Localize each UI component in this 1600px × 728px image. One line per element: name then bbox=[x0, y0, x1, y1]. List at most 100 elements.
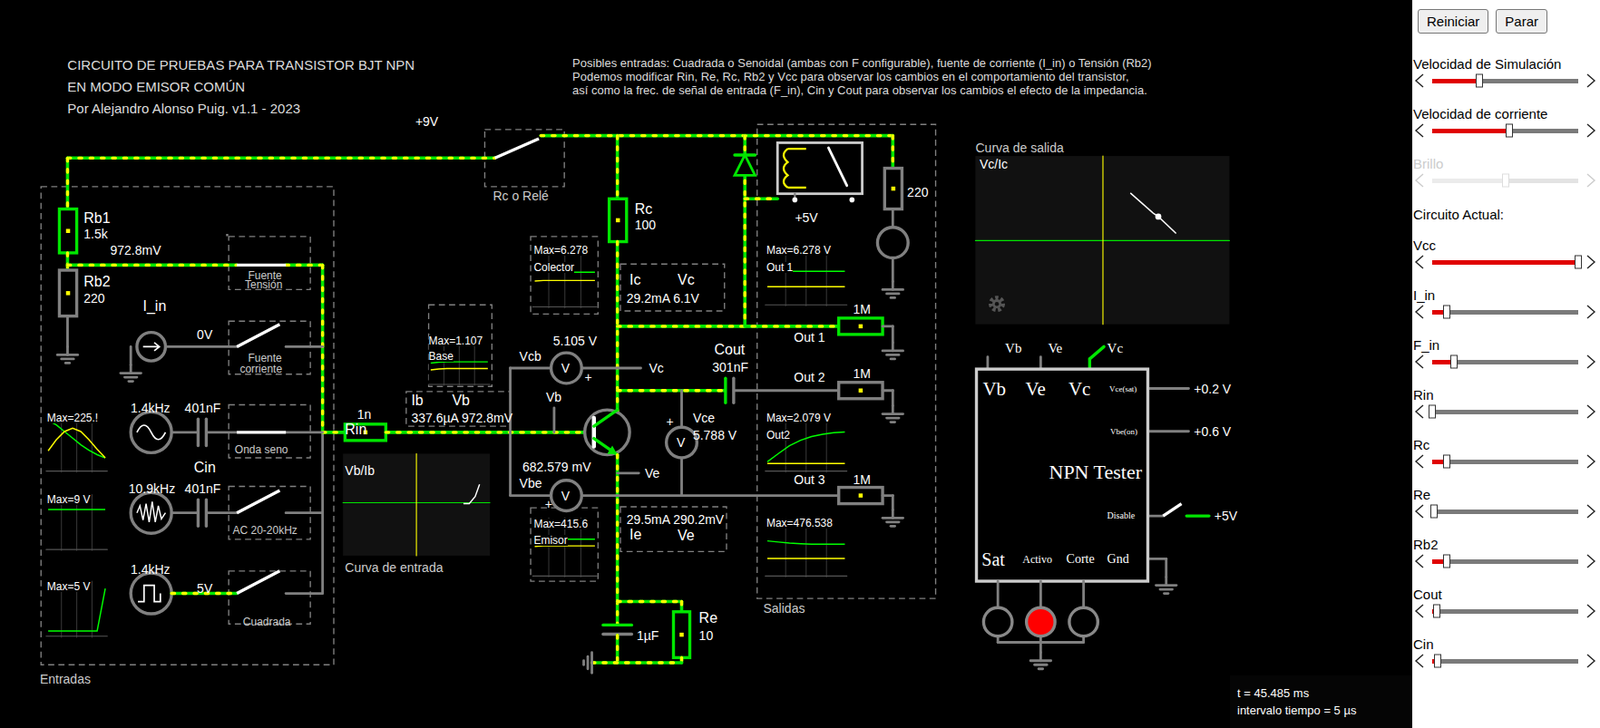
current-dot bbox=[592, 661, 683, 664]
wire bbox=[882, 494, 893, 498]
chevron-stroke bbox=[1587, 124, 1595, 137]
slider-track[interactable] bbox=[1432, 260, 1579, 265]
transistor bbox=[585, 409, 630, 455]
circuit-label: Cuadrada bbox=[243, 616, 292, 628]
stop-button[interactable]: Parar bbox=[1495, 9, 1548, 34]
chevron-stroke bbox=[1415, 305, 1424, 319]
sine-source bbox=[130, 411, 172, 453]
chevron-right-icon[interactable] bbox=[1585, 123, 1597, 138]
capacitor bbox=[723, 378, 727, 403]
slider-thumb[interactable] bbox=[1443, 455, 1451, 469]
switch-blade[interactable] bbox=[495, 138, 539, 158]
slider-track[interactable] bbox=[1432, 409, 1579, 415]
slider-track[interactable] bbox=[1432, 178, 1579, 184]
circuit-label: 220 bbox=[83, 292, 105, 305]
reset-button[interactable]: Reiniciar bbox=[1417, 9, 1489, 34]
current-dot bbox=[67, 263, 237, 267]
slider-thumb[interactable] bbox=[1505, 124, 1513, 138]
current-dot bbox=[615, 136, 619, 200]
tester-pin-label: Ve bbox=[1047, 341, 1063, 355]
chevron-right-icon[interactable] bbox=[1585, 173, 1597, 188]
chevron-left-icon[interactable] bbox=[1414, 454, 1425, 469]
chevron-right-icon[interactable] bbox=[1585, 73, 1597, 88]
chevron-stroke bbox=[1415, 255, 1424, 269]
slider-control: F_in bbox=[1412, 337, 1600, 388]
slider-track[interactable] bbox=[1432, 659, 1579, 664]
chevron-right-icon[interactable] bbox=[1585, 504, 1597, 519]
chevron-left-icon[interactable] bbox=[1414, 653, 1425, 669]
slider-thumb[interactable] bbox=[1443, 305, 1451, 320]
wire bbox=[617, 471, 640, 475]
tester-pin-label: Vb bbox=[982, 379, 1006, 399]
xy-plot bbox=[975, 156, 1230, 325]
chevron-right-icon[interactable] bbox=[1585, 404, 1597, 420]
circuit-label: + bbox=[585, 370, 593, 384]
chevron-stroke bbox=[1587, 355, 1595, 369]
ground-icon bbox=[1163, 592, 1168, 596]
slider-thumb[interactable] bbox=[1430, 505, 1438, 519]
slider-track[interactable] bbox=[1432, 559, 1579, 565]
slider-control: Rc bbox=[1412, 437, 1600, 488]
circuit-label: 1M bbox=[853, 302, 871, 316]
tester-value: +0.6 V bbox=[1193, 425, 1231, 439]
chevron-right-icon[interactable] bbox=[1585, 304, 1597, 320]
slider-thumb[interactable] bbox=[1574, 255, 1582, 270]
switch-blade[interactable] bbox=[1162, 504, 1181, 517]
slider-track[interactable] bbox=[1432, 78, 1579, 84]
chevron-left-icon[interactable] bbox=[1414, 404, 1425, 420]
chevron-right-icon[interactable] bbox=[1585, 554, 1597, 569]
dashed-group bbox=[226, 234, 228, 236]
slider-track[interactable] bbox=[1432, 360, 1579, 365]
circuit-label: Rc o Relé bbox=[492, 189, 548, 203]
switch-blade[interactable] bbox=[236, 490, 280, 514]
circuit-label: + bbox=[666, 415, 674, 429]
current-dot bbox=[66, 253, 69, 271]
chevron-right-icon[interactable] bbox=[1585, 454, 1597, 469]
slider-thumb[interactable] bbox=[1443, 555, 1451, 569]
slider-thumb[interactable] bbox=[1475, 74, 1483, 88]
slider-thumb[interactable] bbox=[1434, 654, 1442, 669]
circuit-label: 1M bbox=[853, 473, 871, 487]
wire bbox=[617, 494, 840, 498]
circuit-label: Salidas bbox=[763, 602, 806, 615]
switch-blade[interactable] bbox=[236, 263, 286, 267]
slider-thumb[interactable] bbox=[1450, 355, 1458, 370]
chevron-left-icon[interactable] bbox=[1414, 123, 1425, 138]
wire bbox=[744, 197, 778, 202]
circuit-label: Ie bbox=[629, 527, 642, 543]
chevron-stroke bbox=[1415, 604, 1424, 618]
slider-thumb[interactable] bbox=[1433, 604, 1441, 619]
spacer bbox=[1412, 33, 1600, 57]
circuit-canvas[interactable]: CIRCUITO DE PRUEBAS PARA TRANSISTOR BJT … bbox=[0, 0, 1413, 728]
title-line: Por Alejandro Alonso Puig. v1.1 - 2023 bbox=[67, 101, 301, 116]
slider-thumb[interactable] bbox=[1428, 405, 1436, 420]
chevron-left-icon[interactable] bbox=[1414, 604, 1425, 619]
transistor-collector bbox=[594, 409, 618, 427]
slider-track[interactable] bbox=[1432, 509, 1579, 515]
chevron-right-icon[interactable] bbox=[1585, 653, 1597, 669]
switch-blade[interactable] bbox=[236, 430, 286, 434]
chevron-left-icon[interactable] bbox=[1414, 254, 1425, 270]
chevron-left-icon[interactable] bbox=[1414, 304, 1425, 320]
circuit-label: Curva de entrada bbox=[344, 561, 443, 575]
wire bbox=[615, 455, 620, 625]
slider-thumb[interactable] bbox=[1502, 174, 1510, 188]
chevron-right-icon[interactable] bbox=[1585, 354, 1597, 370]
chevron-left-icon[interactable] bbox=[1414, 504, 1425, 519]
slider-track[interactable] bbox=[1432, 128, 1579, 134]
circuit-label: Fuente bbox=[247, 352, 282, 364]
wire bbox=[734, 389, 840, 392]
circuit-label: + bbox=[545, 497, 553, 511]
chevron-left-icon[interactable] bbox=[1414, 554, 1425, 569]
chevron-left-icon[interactable] bbox=[1414, 354, 1425, 370]
chevron-left-icon[interactable] bbox=[1414, 73, 1425, 88]
slider-track[interactable] bbox=[1432, 310, 1579, 315]
chevron-left-icon[interactable] bbox=[1414, 173, 1425, 188]
chevron-right-icon[interactable] bbox=[1585, 254, 1597, 270]
switch-blade[interactable] bbox=[236, 324, 280, 348]
slider-track[interactable] bbox=[1432, 609, 1579, 615]
switch-blade[interactable] bbox=[236, 571, 280, 595]
chevron-right-icon[interactable] bbox=[1585, 604, 1597, 619]
ground-icon bbox=[887, 417, 899, 420]
slider-track[interactable] bbox=[1432, 459, 1579, 465]
